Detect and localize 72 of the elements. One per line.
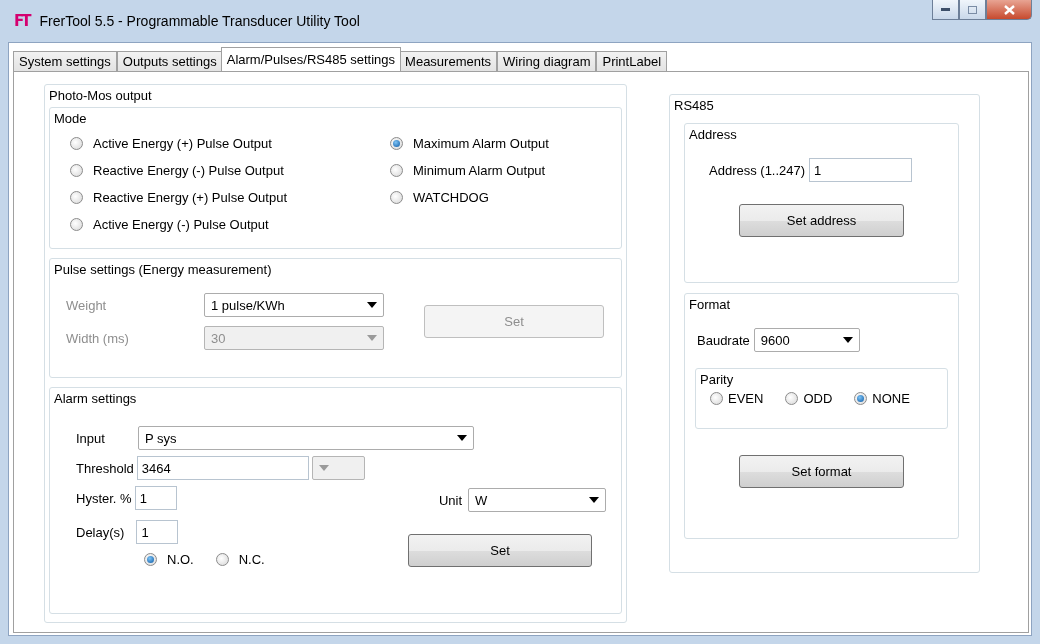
radio-button[interactable]	[70, 137, 83, 150]
minimize-button[interactable]	[932, 0, 959, 20]
maximize-icon	[968, 5, 977, 14]
radio-label: N.O.	[167, 552, 194, 567]
tab[interactable]: Measurements	[399, 51, 498, 71]
caret-icon	[842, 337, 853, 343]
caret-icon	[318, 465, 329, 471]
input-field[interactable]: 1	[136, 520, 179, 544]
group-title: Format	[689, 297, 731, 312]
minimize-icon	[941, 8, 950, 11]
tab[interactable]: Wiring diagram	[497, 51, 597, 71]
radio-label: Reactive Energy (-) Pulse Output	[93, 163, 284, 178]
window-title: FrerTool 5.5 - Programmable Transducer Utility Tool	[39, 13, 360, 29]
set-address-button[interactable]: Set address	[739, 204, 904, 237]
field-label: Input	[76, 430, 106, 446]
field-label: Address (1..247)	[709, 162, 806, 178]
input-field[interactable]: 1	[134, 486, 177, 510]
close-icon	[1003, 4, 1015, 15]
radio-button[interactable]	[144, 553, 157, 566]
radio-label: Minimum Alarm Output	[413, 163, 546, 178]
dropdown[interactable]: W	[468, 488, 606, 512]
radio-label: WATCHDOG	[413, 190, 489, 205]
tab[interactable]: Alarm/Pulses/RS485 settings	[220, 47, 402, 71]
caret-icon	[367, 302, 377, 308]
caret-icon	[367, 335, 377, 341]
field-label: Threshold	[76, 460, 134, 476]
radio-button[interactable]	[854, 392, 868, 405]
input-field[interactable]: 1	[809, 158, 913, 182]
radio-button[interactable]	[710, 392, 723, 405]
group-title: Parity	[700, 372, 734, 387]
dropdown[interactable]: 9600	[753, 328, 860, 352]
radio-button[interactable]	[70, 191, 83, 204]
radio-button[interactable]	[70, 164, 83, 177]
radio-label: Maximum Alarm Output	[413, 136, 549, 151]
field-label: Hyster. %	[76, 490, 132, 506]
radio-label: ODD	[803, 391, 833, 406]
close-button[interactable]	[986, 0, 1032, 20]
group-title: Address	[689, 127, 737, 142]
radio-label: EVEN	[728, 391, 764, 406]
group-title: Photo-Mos output	[49, 88, 152, 103]
radio-button[interactable]	[785, 392, 799, 405]
dropdown[interactable]: 1 pulse/KWh	[204, 293, 384, 317]
field-label: Baudrate	[697, 332, 750, 348]
field-label: Delay(s)	[76, 524, 125, 540]
group-title: RS485	[674, 98, 714, 113]
radio-label: Active Energy (+) Pulse Output	[93, 136, 272, 151]
field-label: Weight	[66, 297, 108, 313]
caret-icon	[589, 497, 599, 503]
field-label: Width (ms)	[66, 330, 130, 346]
input-field[interactable]: 3464	[136, 456, 309, 480]
radio-button[interactable]	[215, 553, 229, 566]
radio-label: Active Energy (-) Pulse Output	[93, 217, 269, 232]
tab[interactable]: PrintLabel	[596, 51, 668, 71]
caret-icon	[457, 435, 467, 441]
group-title: Mode	[54, 111, 87, 126]
tab[interactable]: Outputs settings	[116, 51, 223, 71]
maximize-button[interactable]	[959, 0, 986, 20]
radio-label: Reactive Energy (+) Pulse Output	[93, 190, 287, 205]
field-label: Unit	[438, 492, 462, 508]
radio-label: N.C.	[238, 552, 265, 567]
set-format-button[interactable]: Set format	[739, 455, 904, 488]
radio-button[interactable]	[390, 164, 403, 177]
app-logo: FT	[14, 12, 30, 30]
set-button[interactable]: Set	[408, 534, 592, 567]
dropdown[interactable]: P sys	[138, 426, 474, 450]
radio-button[interactable]	[390, 191, 403, 204]
group-title: Alarm settings	[54, 391, 137, 406]
radio-button[interactable]	[70, 218, 83, 231]
radio-label: NONE	[872, 391, 910, 406]
group-title: Pulse settings (Energy measurement)	[54, 262, 272, 277]
radio-button[interactable]	[390, 137, 403, 150]
tab[interactable]: System settings	[13, 51, 117, 71]
